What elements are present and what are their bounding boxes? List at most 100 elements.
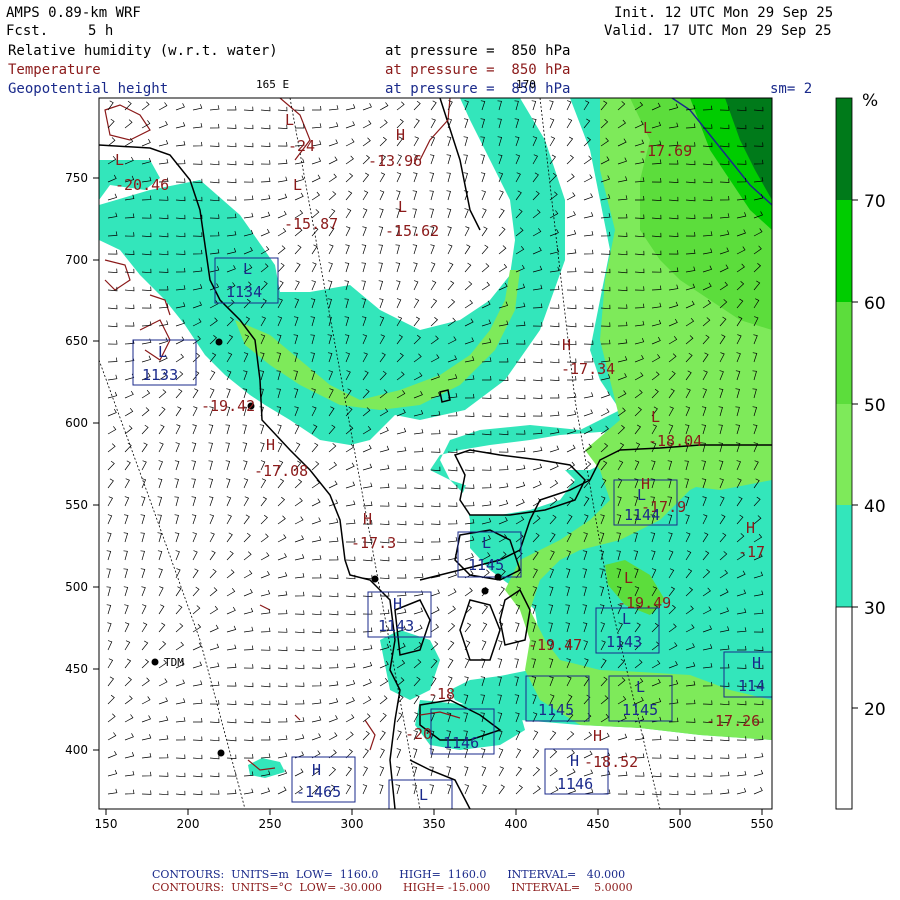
height-label: -1465	[296, 783, 341, 801]
x-axis: 150 200 250 300 350 400 450 500 550	[95, 809, 774, 831]
colorbar-segment-60-70	[836, 200, 852, 302]
colorbar: % 70 60 50 40 30 20	[835, 91, 886, 810]
y-tick-label: 450	[65, 662, 88, 676]
height-label: H	[393, 595, 402, 613]
height-label: L	[622, 610, 631, 628]
footer-high: HIGH= -15.000	[403, 881, 491, 894]
height-label: 114	[738, 677, 765, 695]
colorbar-label: 70	[864, 192, 886, 212]
temp-label: L	[285, 111, 294, 129]
colorbar-label: 30	[864, 599, 886, 619]
height-label: 1134	[226, 283, 262, 301]
y-tick-label: 650	[65, 334, 88, 348]
temp-label: H	[593, 727, 602, 745]
y-tick-label: 550	[65, 498, 88, 512]
temp-label: -17	[738, 543, 765, 561]
x-tick-label: 200	[177, 817, 200, 831]
temp-label: L	[651, 408, 660, 426]
y-tick-label: 400	[65, 743, 88, 757]
colorbar-label: 40	[864, 497, 886, 517]
height-label: L	[243, 260, 252, 278]
height-label: H	[570, 752, 579, 770]
footer-label: CONTOURS:	[152, 881, 225, 894]
colorbar-label: 60	[864, 294, 886, 314]
footer-high: HIGH= 1160.0	[399, 868, 487, 881]
x-tick-label: 550	[751, 817, 774, 831]
temp-label: -19.42	[201, 397, 255, 415]
temp-label: -17.3	[351, 534, 396, 552]
colorbar-label: 50	[864, 396, 886, 416]
temp-label: L	[398, 198, 407, 216]
footer-units: UNITS=m	[231, 868, 289, 881]
footer-units: UNITS=°C	[231, 881, 293, 894]
x-tick-label: 250	[259, 817, 282, 831]
y-tick-label: 700	[65, 253, 88, 267]
temp-label: -17.08	[254, 462, 308, 480]
footer-interval: INTERVAL= 40.000	[507, 868, 626, 881]
x-tick-label: 500	[669, 817, 692, 831]
temp-label: H	[266, 436, 275, 454]
colorbar-unit: %	[862, 91, 878, 111]
footer-label: CONTOURS:	[152, 868, 225, 881]
x-tick-label: 150	[95, 817, 118, 831]
y-tick-label: 750	[65, 171, 88, 185]
height-label: 1146	[443, 734, 479, 752]
temp-label: H	[562, 336, 571, 354]
x-tick-label: 450	[587, 817, 610, 831]
colorbar-label: 20	[864, 700, 886, 720]
height-label: 1143	[378, 617, 414, 635]
colorbar-segment-40-50	[836, 404, 852, 506]
footer-row-temperature: CONTOURS: UNITS=°C LOW= -30.000 HIGH= -1…	[152, 881, 633, 894]
temp-label: L	[643, 119, 652, 137]
x-tick-label: 400	[505, 817, 528, 831]
footer-low: LOW= 1160.0	[295, 868, 379, 881]
temp-label: -18	[428, 685, 455, 703]
height-label: 1145	[622, 701, 658, 719]
temp-label: -17.34	[561, 360, 615, 378]
colorbar-segment-70-plus	[836, 98, 852, 200]
temp-label: L	[115, 151, 124, 169]
temp-label: L	[293, 176, 302, 194]
x-tick-label: 350	[423, 817, 446, 831]
height-label: 1146	[557, 775, 593, 793]
x-tick-label: 300	[341, 817, 364, 831]
weather-map: L -24 H -13.96 L -15.87 L -15.62 L -17.6…	[65, 91, 886, 831]
station-label-tdm: TDM	[164, 656, 184, 669]
height-label: 1145	[538, 701, 574, 719]
temp-label: -18.04	[648, 432, 702, 450]
height-label: L	[158, 343, 167, 361]
temp-label: -15.62	[385, 222, 439, 240]
temp-label: L	[624, 569, 633, 587]
footer-low: LOW= -30.000	[299, 881, 383, 894]
height-label: L	[637, 486, 646, 504]
colorbar-segment-20-30	[835, 606, 853, 810]
colorbar-segment-30-40	[836, 505, 852, 607]
height-label: H	[752, 654, 761, 672]
temp-label: -18.52	[584, 753, 638, 771]
temp-label: -20	[405, 725, 432, 743]
temp-label: -24	[288, 137, 315, 155]
height-label: 1145	[468, 556, 504, 574]
height-label: 1144	[624, 506, 660, 524]
temp-label: -20.46	[115, 176, 169, 194]
temp-label: -15.87	[284, 215, 338, 233]
y-tick-label: 600	[65, 416, 88, 430]
footer-interval: INTERVAL= 5.0000	[511, 881, 633, 894]
temp-label: -19.47	[528, 636, 582, 654]
temp-label: H	[746, 519, 755, 537]
height-label: L	[482, 534, 491, 552]
y-tick-label: 500	[65, 580, 88, 594]
footer-row-height: CONTOURS: UNITS=m LOW= 1160.0 HIGH= 1160…	[152, 868, 625, 881]
height-label: H	[312, 761, 321, 779]
height-label: 1133	[142, 366, 178, 384]
temp-label: H	[363, 510, 372, 528]
y-axis: 750 700 650 600 550 500 450 400	[65, 171, 99, 757]
temp-label: -17.69	[638, 142, 692, 160]
height-label: L	[419, 786, 428, 804]
temp-label: -17.26	[706, 712, 760, 730]
height-label: 1143	[606, 633, 642, 651]
height-label: L	[636, 678, 645, 696]
temp-label: -13.96	[368, 152, 422, 170]
colorbar-segment-50-60	[836, 302, 852, 404]
temp-label: H	[396, 126, 405, 144]
